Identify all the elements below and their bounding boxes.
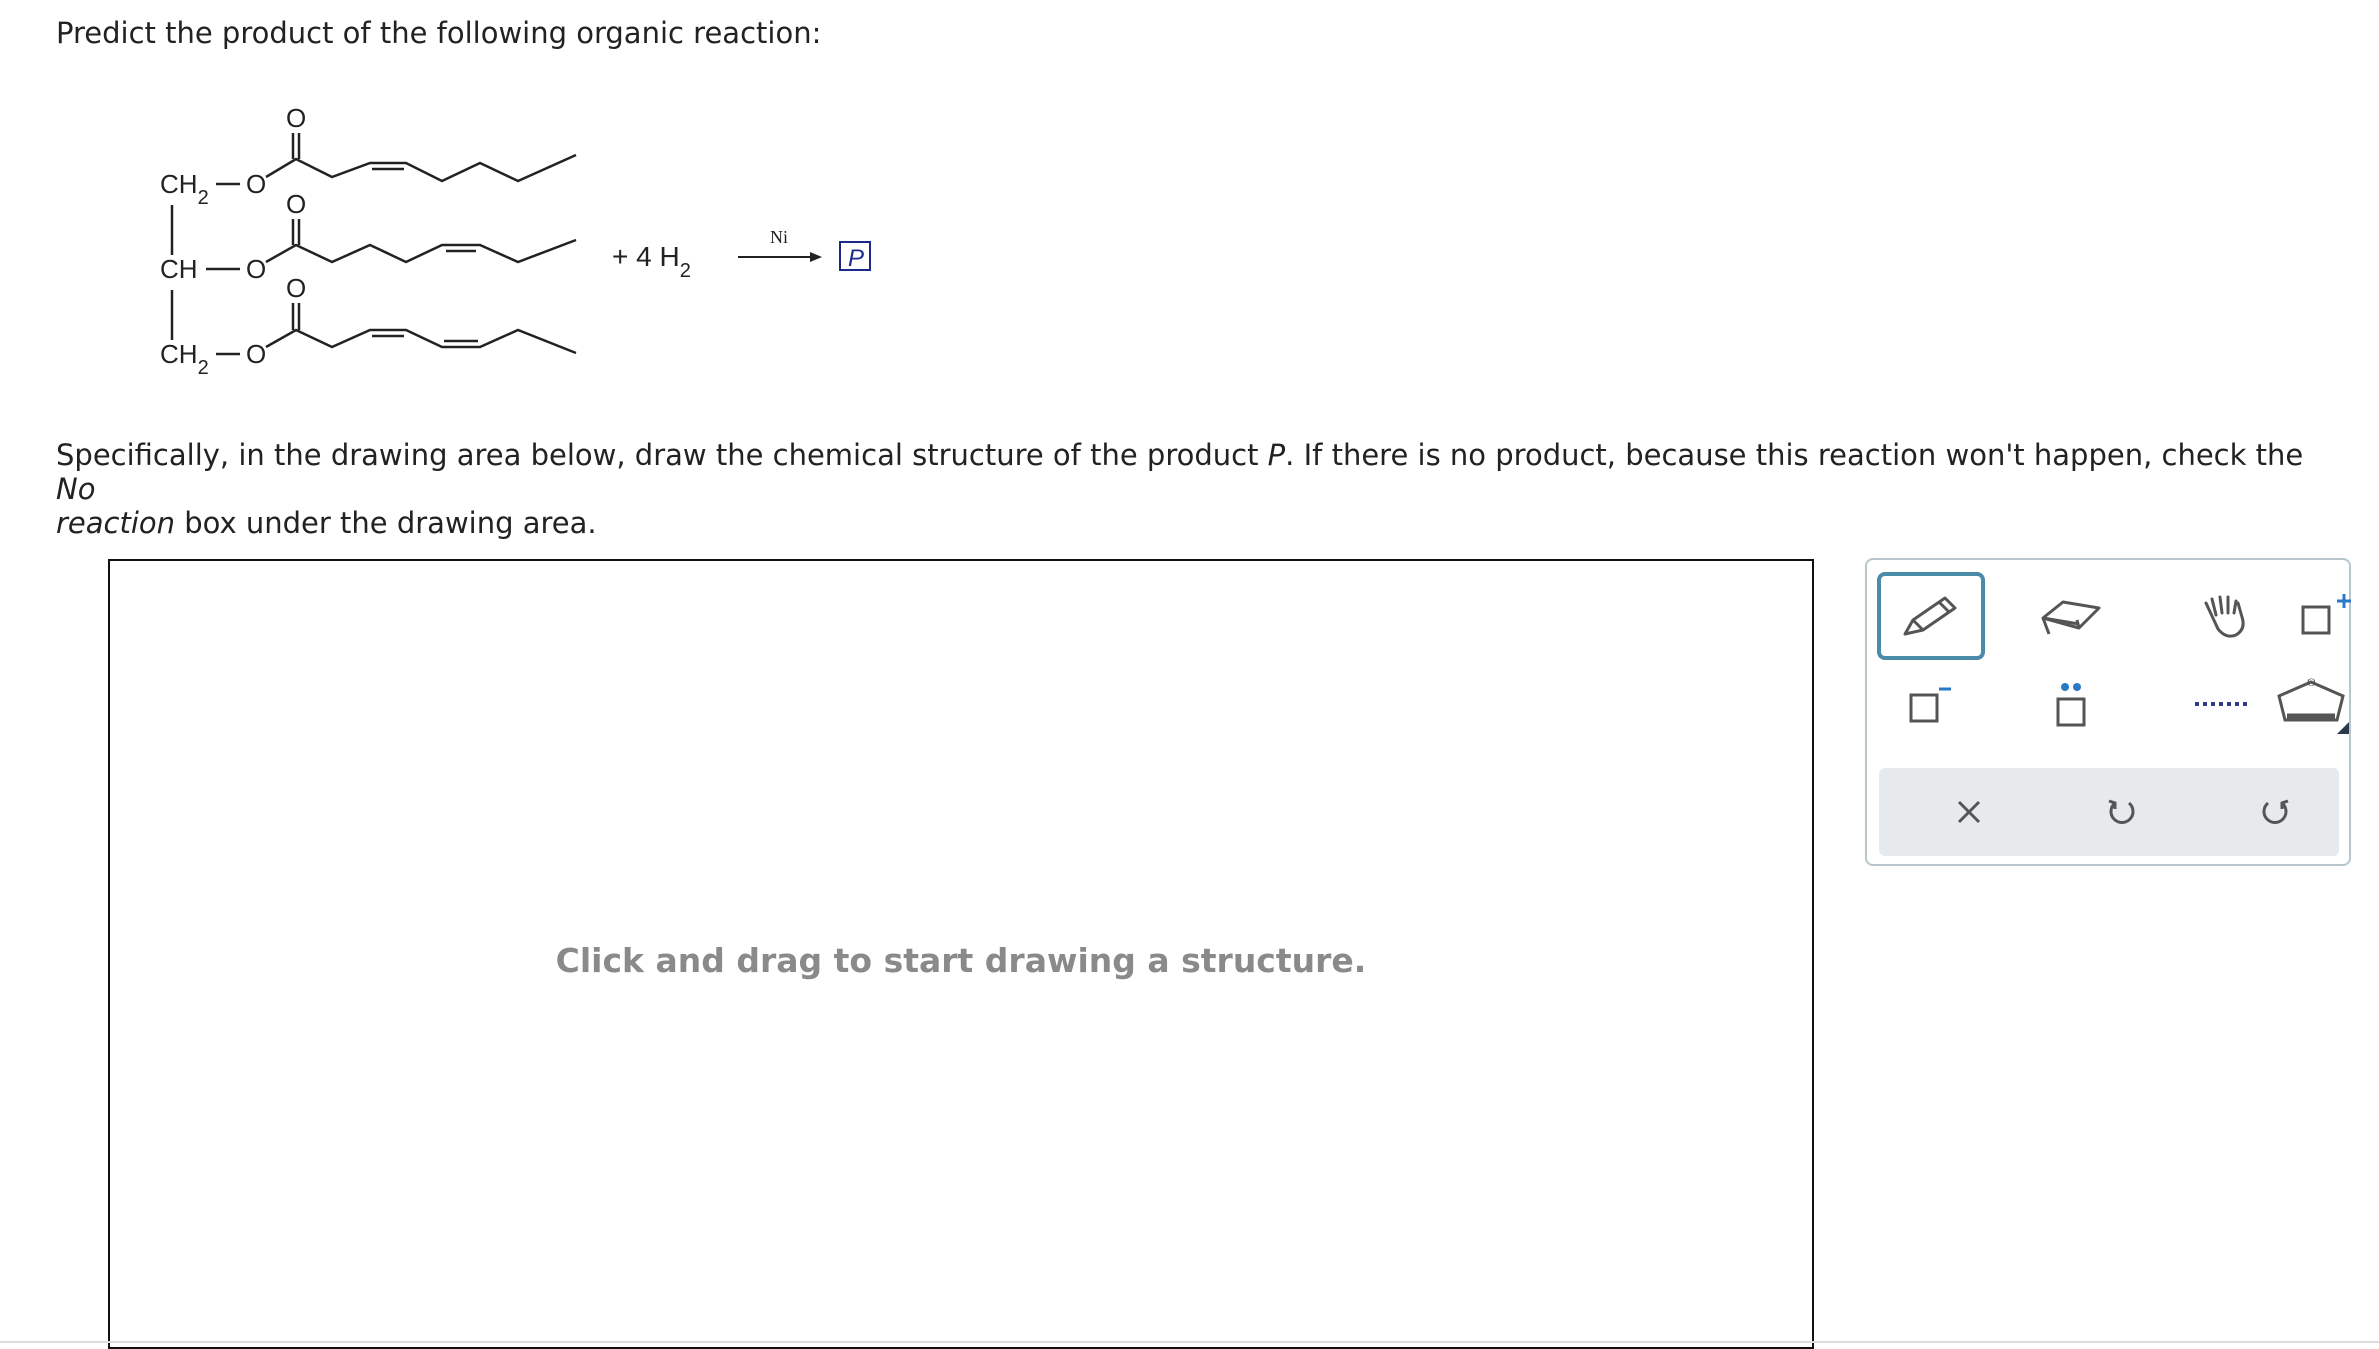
positive-charge-icon <box>2301 594 2351 635</box>
negative-charge-tool[interactable] <box>1877 664 1977 744</box>
hand-tool[interactable] <box>2173 576 2273 656</box>
eraser-icon <box>2041 600 2101 635</box>
instructions-part2: . If there is no product, because this r… <box>1285 438 2304 472</box>
action-bar <box>1879 768 2339 856</box>
reagent-label: + 4 H2 <box>612 241 691 282</box>
instructions-product: P <box>1267 438 1286 472</box>
ester-oxygen-1: O <box>246 169 266 199</box>
ester-oxygen-3: O <box>246 339 266 369</box>
glycerol-ch-label: CH <box>160 254 198 284</box>
reaction-scheme: CH2 CH CH2 O O O O O O + 4 H2 Ni P <box>150 95 910 395</box>
instructions-part1: Specifically, in the drawing area below,… <box>56 438 1268 472</box>
template-tool[interactable]: O <box>2273 664 2349 744</box>
instructions-reaction: reaction <box>56 506 176 540</box>
ring-template-icon: O <box>2277 675 2349 734</box>
redo-button[interactable] <box>2225 768 2325 856</box>
redo-icon <box>2262 799 2289 824</box>
undo-icon <box>2108 799 2135 824</box>
dashed-bond-icon <box>2195 702 2251 706</box>
glycerol-ch2-top-label: CH2 <box>160 169 209 209</box>
pencil-tool[interactable] <box>1877 572 1985 660</box>
lone-pair-icon <box>2056 683 2086 727</box>
undo-button[interactable] <box>2072 768 2172 856</box>
dashed-bond-tool[interactable] <box>2173 664 2273 744</box>
carbonyl-oxygen-1: O <box>286 103 306 133</box>
instructions-no: No <box>56 472 96 506</box>
glycerol-ch2-bottom-label: CH2 <box>160 339 209 379</box>
hand-icon <box>2204 595 2245 638</box>
catalyst-label: Ni <box>770 227 788 247</box>
instructions-text: Specifically, in the drawing area below,… <box>56 438 2316 540</box>
close-icon <box>1957 800 1981 824</box>
drawing-toolbox: O <box>1865 558 2351 866</box>
product-label: P <box>848 245 864 272</box>
clear-button[interactable] <box>1919 768 2019 856</box>
pencil-icon <box>1903 596 1957 636</box>
canvas-hint: Click and drag to start drawing a struct… <box>555 941 1367 980</box>
carbonyl-oxygen-3: O <box>286 273 306 303</box>
eraser-tool[interactable] <box>2021 576 2121 656</box>
lone-pair-tool[interactable] <box>2021 664 2121 744</box>
ester-oxygen-2: O <box>246 254 266 284</box>
add-charge-tool[interactable] <box>2273 576 2373 656</box>
instructions-part3: box under the drawing area. <box>175 506 597 540</box>
svg-text:O: O <box>2307 675 2316 689</box>
question-text: Predict the product of the following org… <box>56 16 822 50</box>
carbonyl-oxygen-2: O <box>286 189 306 219</box>
negative-charge-icon <box>1909 687 1951 723</box>
reaction-structure: CH2 CH CH2 O O O O O O + 4 H2 Ni P <box>160 103 871 379</box>
drawing-canvas[interactable]: Click and drag to start drawing a struct… <box>108 559 1814 1349</box>
